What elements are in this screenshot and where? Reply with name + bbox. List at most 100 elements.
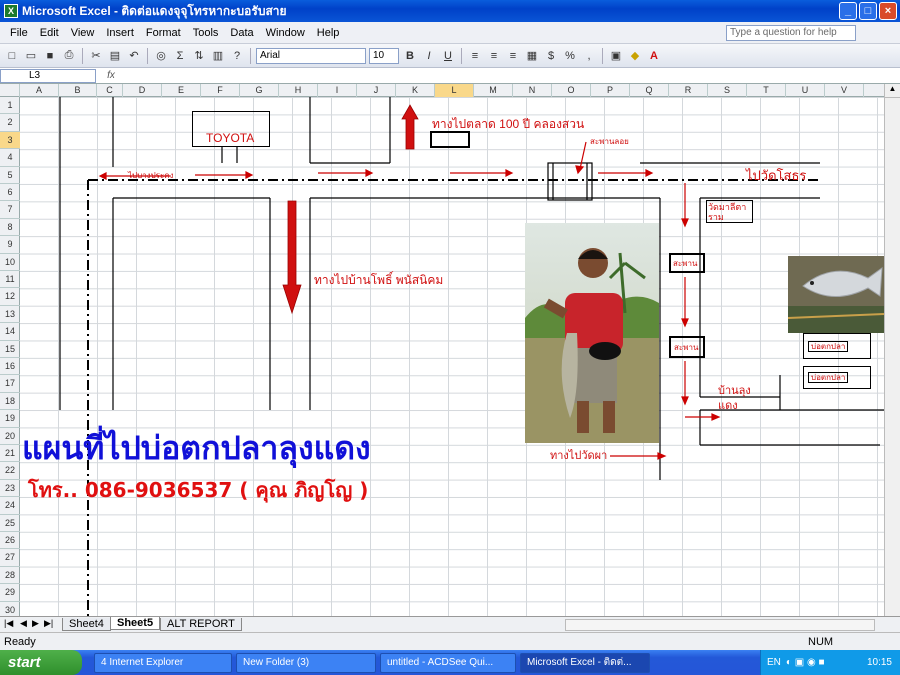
select-all-corner[interactable] (0, 84, 20, 97)
task-excel[interactable]: Microsoft Excel - ติดต่... (520, 652, 650, 673)
column-header[interactable]: E (162, 84, 201, 97)
sort-icon[interactable]: ⇅ (191, 48, 207, 64)
percent-button[interactable]: % (562, 48, 578, 64)
column-header[interactable]: P (591, 84, 630, 97)
font-size-select[interactable]: 10 (369, 47, 399, 64)
new-icon[interactable]: □ (4, 48, 20, 64)
row-header[interactable]: 9 (0, 236, 20, 254)
row-header[interactable]: 17 (0, 375, 20, 393)
font-name-select[interactable]: Arial (256, 47, 366, 64)
undo-icon[interactable]: ↶ (126, 48, 142, 64)
row-header[interactable]: 3 (0, 131, 20, 150)
row-header[interactable]: 20 (0, 428, 20, 445)
column-header[interactable]: R (669, 84, 708, 97)
row-header[interactable]: 26 (0, 532, 20, 550)
row-header[interactable]: 21 (0, 445, 20, 463)
fill-color-icon[interactable]: ◆ (627, 48, 643, 64)
row-header[interactable]: 27 (0, 549, 20, 567)
name-box[interactable]: L3 (0, 68, 96, 83)
row-header[interactable]: 19 (0, 410, 20, 428)
borders-icon[interactable]: ▣ (608, 48, 624, 64)
task-new-folder[interactable]: New Folder (3) (236, 652, 376, 673)
column-header[interactable]: S (708, 84, 747, 97)
row-header[interactable]: 18 (0, 393, 20, 411)
tab-sheet5[interactable]: Sheet5 (110, 617, 161, 630)
tab-nav-first-icon[interactable]: |◀ (4, 618, 13, 629)
merge-icon[interactable]: ▦ (524, 48, 540, 64)
excel-app-icon[interactable]: X (4, 4, 18, 18)
italic-button[interactable]: I (421, 48, 437, 64)
row-header[interactable]: 4 (0, 149, 20, 167)
row-header[interactable]: 1 (0, 97, 20, 115)
task-internet-explorer[interactable]: 4 Internet Explorer (94, 652, 232, 673)
menu-insert[interactable]: Insert (100, 27, 140, 39)
row-header[interactable]: 7 (0, 201, 20, 219)
column-header[interactable]: G (240, 84, 279, 97)
column-header[interactable]: K (396, 84, 435, 97)
font-color-icon[interactable]: A (646, 48, 662, 64)
help-icon[interactable]: ? (229, 48, 245, 64)
tab-nav-prev-icon[interactable]: ◀ (20, 618, 27, 629)
chart-icon[interactable]: ▥ (210, 48, 226, 64)
menu-data[interactable]: Data (224, 27, 259, 39)
column-header[interactable]: M (474, 84, 513, 97)
column-header[interactable]: H (279, 84, 318, 97)
row-header[interactable]: 15 (0, 341, 20, 358)
column-header[interactable]: C (97, 84, 123, 97)
task-acdsee[interactable]: untitled - ACDSee Qui... (380, 652, 516, 673)
row-header[interactable]: 23 (0, 480, 20, 498)
column-header[interactable]: D (123, 84, 162, 97)
column-header[interactable]: V (825, 84, 864, 97)
print-icon[interactable]: ⎙ (61, 48, 77, 64)
align-left-icon[interactable]: ≡ (467, 48, 483, 64)
column-header[interactable]: A (20, 84, 59, 97)
column-header[interactable]: O (552, 84, 591, 97)
hyperlink-icon[interactable]: ◎ (153, 48, 169, 64)
column-header[interactable]: B (59, 84, 97, 97)
language-indicator[interactable]: EN (767, 657, 781, 668)
tab-sheet4[interactable]: Sheet4 (62, 618, 111, 631)
menu-format[interactable]: Format (140, 27, 187, 39)
row-header[interactable]: 16 (0, 358, 20, 376)
column-header[interactable]: I (318, 84, 357, 97)
align-right-icon[interactable]: ≡ (505, 48, 521, 64)
menu-view[interactable]: View (65, 27, 101, 39)
save-icon[interactable]: ■ (42, 48, 58, 64)
close-button[interactable]: × (879, 2, 897, 20)
open-icon[interactable]: ▭ (23, 48, 39, 64)
comma-button[interactable]: , (581, 48, 597, 64)
vertical-scrollbar[interactable]: ▲ (884, 84, 900, 619)
row-header[interactable]: 13 (0, 306, 20, 324)
row-header[interactable]: 2 (0, 114, 20, 132)
row-header[interactable]: 24 (0, 497, 20, 515)
row-header[interactable]: 29 (0, 584, 20, 602)
row-header[interactable]: 25 (0, 515, 20, 532)
formula-input[interactable] (126, 69, 900, 83)
start-button[interactable]: start (0, 650, 82, 675)
row-header[interactable]: 5 (0, 167, 20, 184)
column-header[interactable]: Q (630, 84, 669, 97)
menu-window[interactable]: Window (260, 27, 311, 39)
row-header[interactable]: 8 (0, 219, 20, 237)
menu-tools[interactable]: Tools (187, 27, 225, 39)
column-header[interactable]: F (201, 84, 240, 97)
scroll-up-icon[interactable]: ▲ (885, 84, 900, 98)
selected-cell[interactable] (430, 131, 470, 148)
paste-icon[interactable]: ▤ (107, 48, 123, 64)
menu-edit[interactable]: Edit (34, 27, 65, 39)
tab-nav-next-icon[interactable]: ▶ (32, 618, 39, 629)
column-header[interactable]: N (513, 84, 552, 97)
menu-file[interactable]: File (4, 27, 34, 39)
tab-alt-report[interactable]: ALT REPORT (160, 618, 242, 631)
minimize-button[interactable]: _ (839, 2, 857, 20)
maximize-button[interactable]: □ (859, 2, 877, 20)
cut-icon[interactable]: ✂ (88, 48, 104, 64)
underline-button[interactable]: U (440, 48, 456, 64)
column-header[interactable]: U (786, 84, 825, 97)
row-header[interactable]: 10 (0, 254, 20, 271)
horizontal-scrollbar[interactable] (565, 619, 875, 631)
fx-icon[interactable]: fx (96, 70, 126, 81)
menu-help[interactable]: Help (311, 27, 346, 39)
autosum-icon[interactable]: Σ (172, 48, 188, 64)
row-header[interactable]: 28 (0, 567, 20, 585)
